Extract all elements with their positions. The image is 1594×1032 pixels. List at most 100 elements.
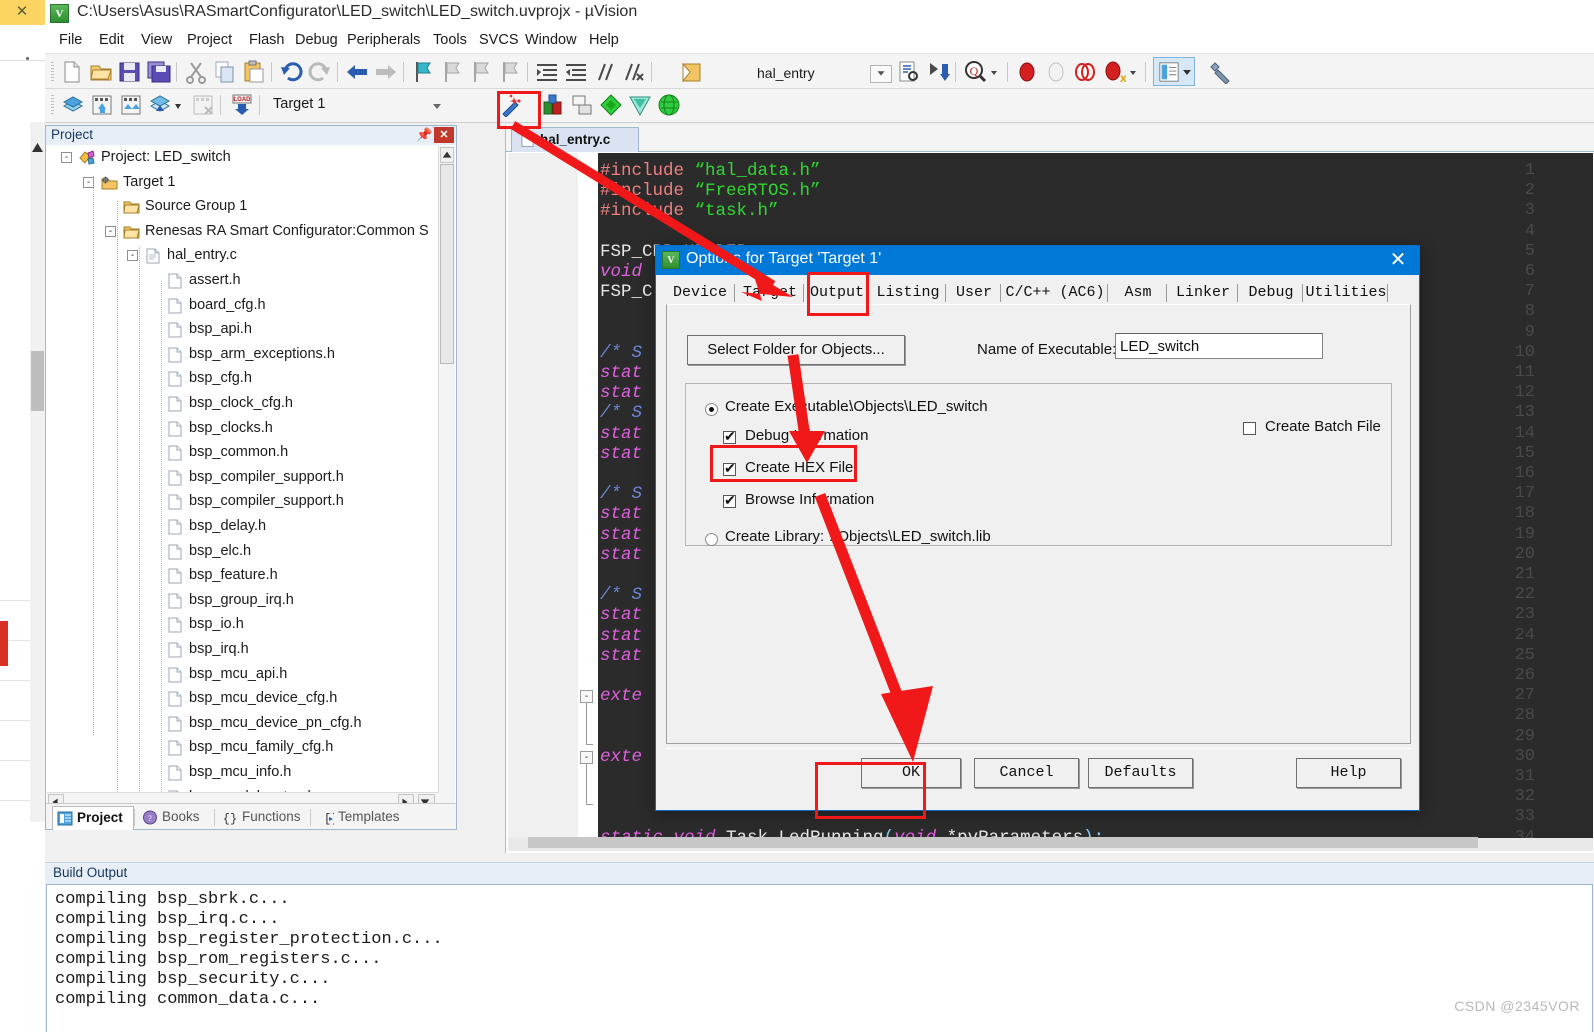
chevron-down-icon[interactable]: [989, 60, 999, 84]
undo-icon[interactable]: [279, 60, 303, 84]
tree-item[interactable]: - hal_entry.c: [47, 244, 439, 269]
breakpoint-kill-icon[interactable]: x: [1102, 60, 1126, 84]
scrollbar-thumb[interactable]: [528, 837, 1478, 848]
redo-icon[interactable]: [308, 60, 332, 84]
tree-item[interactable]: bsp_common.h: [47, 441, 439, 466]
breakpoint-disable-icon[interactable]: [1044, 60, 1068, 84]
menu-debug[interactable]: Debug: [289, 30, 344, 50]
pin-icon[interactable]: 📌: [416, 128, 432, 142]
menu-file[interactable]: File: [53, 30, 88, 50]
bookmark-next-icon[interactable]: [469, 60, 493, 84]
dialog-tab-asm[interactable]: Asm: [1110, 281, 1166, 305]
tree-item[interactable]: bsp_mcu_family_cfg.h: [47, 736, 439, 761]
save-icon[interactable]: [118, 60, 142, 84]
uncomment-icon[interactable]: [622, 60, 646, 84]
dialog-tab-linker[interactable]: Linker: [1169, 281, 1237, 305]
menu-peripherals[interactable]: Peripherals: [341, 30, 426, 50]
panel-tab-functions[interactable]: {} Functions: [218, 806, 310, 830]
tree-item[interactable]: bsp_delay.h: [47, 515, 439, 540]
tree-item[interactable]: bsp_compiler_support.h: [47, 466, 439, 491]
scroll-up-icon[interactable]: [32, 143, 43, 152]
toolbar-grip[interactable]: [51, 62, 54, 82]
tree-item[interactable]: board_cfg.h: [47, 294, 439, 319]
menu-svcs[interactable]: SVCS: [473, 30, 525, 50]
create-library-radio[interactable]: [705, 533, 718, 546]
close-icon[interactable]: ✕: [434, 127, 454, 143]
defaults-button[interactable]: Defaults: [1088, 758, 1193, 788]
save-all-icon[interactable]: [147, 60, 171, 84]
name-of-executable-input[interactable]: [1115, 333, 1323, 359]
copy-icon[interactable]: [213, 60, 237, 84]
panel-tab-project[interactable]: Project: [52, 806, 134, 830]
scrollbar-thumb[interactable]: [440, 164, 454, 364]
panel-tab-books[interactable]: ? Books: [138, 806, 214, 830]
dialog-tab-utilities[interactable]: Utilities: [1305, 281, 1387, 305]
window-layout-button[interactable]: [1153, 57, 1195, 86]
batch-build-icon[interactable]: [148, 93, 172, 117]
paste-icon[interactable]: [242, 60, 266, 84]
tree-item[interactable]: bsp_io.h: [47, 613, 439, 638]
fold-toggle-icon[interactable]: -: [580, 750, 593, 764]
editor-hscrollbar[interactable]: [508, 837, 1593, 851]
dialog-tab-c-c-ac6[interactable]: C/C++ (AC6): [1003, 281, 1107, 305]
outdent-icon[interactable]: [564, 60, 588, 84]
tree-item[interactable]: bsp_group_irq.h: [47, 589, 439, 614]
build-icon[interactable]: [90, 93, 114, 117]
create-executable-radio[interactable]: [705, 403, 718, 416]
bookmark-prev-icon[interactable]: [440, 60, 464, 84]
cut-icon[interactable]: [184, 60, 208, 84]
menu-window[interactable]: Window: [519, 30, 583, 50]
select-folder-for-objects-button[interactable]: Select Folder for Objects...: [687, 335, 905, 365]
open-file-icon[interactable]: [89, 60, 113, 84]
breakpoint-icon[interactable]: [1015, 60, 1039, 84]
find-icon[interactable]: Q: [963, 60, 987, 84]
tree-item[interactable]: bsp_api.h: [47, 318, 439, 343]
back-icon[interactable]: [345, 60, 369, 84]
manage-runtime-icon[interactable]: [541, 93, 565, 117]
menu-edit[interactable]: Edit: [93, 30, 130, 50]
tree-item[interactable]: bsp_arm_exceptions.h: [47, 343, 439, 368]
rebuild-icon[interactable]: [119, 93, 143, 117]
bookmark-icon[interactable]: [411, 60, 435, 84]
menu-view[interactable]: View: [135, 30, 178, 50]
forward-icon[interactable]: [374, 60, 398, 84]
close-icon[interactable]: ✕: [14, 4, 30, 20]
function-selector-dropdown[interactable]: [870, 65, 892, 83]
editor-tab-hal-entry-c[interactable]: hal_entry.c: [511, 127, 639, 152]
insert-icon[interactable]: [926, 60, 950, 84]
browse-information-checkbox[interactable]: [723, 492, 736, 509]
cancel-button[interactable]: Cancel: [974, 758, 1079, 788]
translate-icon[interactable]: [61, 93, 85, 117]
dialog-tab-listing[interactable]: Listing: [871, 281, 945, 305]
ra-configurator-icon[interactable]: [657, 93, 681, 117]
create-batch-file-checkbox[interactable]: [1243, 422, 1256, 435]
stop-build-icon[interactable]: [191, 93, 215, 117]
menu-project[interactable]: Project: [181, 30, 238, 50]
help-button[interactable]: Help: [1296, 758, 1401, 788]
scrollbar-thumb[interactable]: [31, 351, 44, 411]
find-in-files-icon[interactable]: [897, 60, 921, 84]
tree-item[interactable]: bsp_cfg.h: [47, 367, 439, 392]
tree-item[interactable]: bsp_mcu_device_cfg.h: [47, 687, 439, 712]
tree-item[interactable]: bsp_mcu_info.h: [47, 761, 439, 786]
pack-installer-icon[interactable]: [628, 93, 652, 117]
project-tree[interactable]: - Project: LED_switch - Target 1 Source Grou…: [47, 146, 439, 810]
menu-flash[interactable]: Flash: [243, 30, 290, 50]
tree-item[interactable]: bsp_mcu_api.h: [47, 663, 439, 688]
tree-item[interactable]: - Renesas RA Smart Configurator:Common S: [47, 220, 439, 245]
expander-icon[interactable]: -: [61, 152, 72, 163]
chevron-down-icon[interactable]: [1128, 60, 1138, 84]
dialog-tab-target[interactable]: Target: [737, 281, 803, 305]
tree-item[interactable]: assert.h: [47, 269, 439, 294]
tree-item[interactable]: Source Group 1: [47, 195, 439, 220]
tree-item[interactable]: bsp_mcu_device_pn_cfg.h: [47, 712, 439, 737]
close-icon[interactable]: ✕: [1383, 248, 1413, 273]
debug-information-checkbox[interactable]: [723, 428, 736, 445]
tree-item[interactable]: bsp_irq.h: [47, 638, 439, 663]
tree-item[interactable]: - Target 1: [47, 171, 439, 196]
scroll-up-icon[interactable]: [440, 147, 454, 163]
dialog-tab-debug[interactable]: Debug: [1240, 281, 1302, 305]
configuration-wizard-icon[interactable]: [599, 93, 623, 117]
dialog-tab-user[interactable]: User: [948, 281, 1000, 305]
chevron-down-icon[interactable]: [173, 93, 183, 117]
